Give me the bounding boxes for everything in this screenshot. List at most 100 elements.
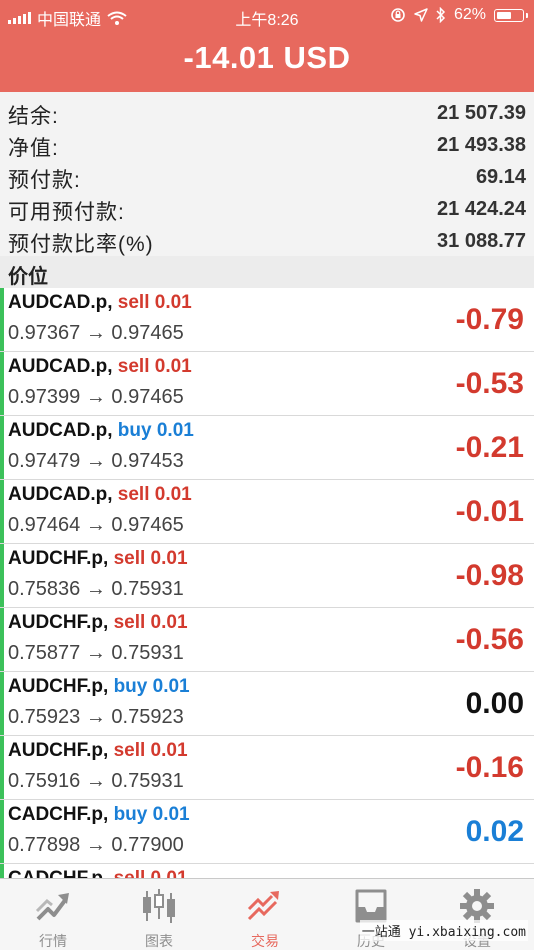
- position-volume: 0.01: [151, 868, 188, 878]
- summary-label: 净值:: [8, 137, 59, 160]
- battery-level: [497, 11, 511, 19]
- position-side: sell: [113, 740, 146, 761]
- position-symbol: AUDCAD.p,: [8, 484, 113, 505]
- position-indicator: [0, 352, 4, 415]
- position-indicator: [0, 416, 4, 479]
- summary-label: 预付款:: [8, 169, 81, 192]
- status-bar: 中国联通 上午8:26 62%: [0, 0, 534, 32]
- open-price: 0.77898: [8, 834, 81, 856]
- position-row[interactable]: CADCHF.p, sell 0.01: [0, 864, 534, 878]
- open-price: 0.75916: [8, 770, 81, 792]
- watermark: 一站通 yi.xbaixing.com: [359, 920, 528, 941]
- arrow-icon: →: [85, 386, 106, 408]
- position-prices: 0.77898 → 0.77900: [8, 834, 184, 857]
- position-profit: -0.16: [455, 751, 524, 784]
- position-prices: 0.75877 → 0.75931: [8, 642, 184, 665]
- position-side: sell: [114, 868, 146, 878]
- position-title: AUDCHF.p, sell 0.01: [8, 740, 188, 762]
- position-indicator: [0, 800, 4, 863]
- position-volume: 0.01: [154, 292, 192, 313]
- position-row[interactable]: AUDCHF.p, sell 0.01 0.75877 → 0.75931 -0.5…: [0, 608, 534, 672]
- position-prices: 0.75916 → 0.75931: [8, 770, 184, 793]
- arrow-icon: →: [85, 578, 106, 600]
- position-symbol: AUDCHF.p,: [8, 548, 109, 569]
- bluetooth-icon: [436, 7, 446, 23]
- position-profit: 0.02: [465, 815, 524, 848]
- position-symbol: CADCHF.p,: [8, 868, 108, 878]
- tab-chart-label: 图表: [145, 933, 173, 949]
- section-header: 价位: [0, 256, 534, 288]
- position-prices: 0.97464 → 0.97465: [8, 514, 184, 537]
- position-title: AUDCHF.p, sell 0.01: [8, 548, 188, 570]
- arrow-icon: →: [85, 642, 106, 664]
- position-indicator: [0, 544, 4, 607]
- current-price: 0.75923: [111, 706, 184, 728]
- position-indicator: [0, 480, 4, 543]
- position-symbol: AUDCHF.p,: [8, 740, 109, 761]
- position-volume: 0.01: [154, 484, 192, 505]
- battery-percent: 62%: [453, 6, 486, 23]
- position-title: CADCHF.p, buy 0.01: [8, 804, 190, 826]
- position-symbol: AUDCAD.p,: [8, 420, 113, 441]
- position-row[interactable]: AUDCHF.p, buy 0.01 0.75923 → 0.75923 0.00: [0, 672, 534, 736]
- position-row[interactable]: CADCHF.p, buy 0.01 0.77898 → 0.77900 0.02: [0, 800, 534, 864]
- position-volume: 0.01: [150, 548, 188, 569]
- summary-row: 预付款: 69.14: [0, 160, 534, 192]
- summary-label: 预付款比率(%): [8, 233, 154, 256]
- position-profit: -0.79: [455, 303, 524, 336]
- current-price: 0.75931: [111, 578, 184, 600]
- summary-row: 结余: 21 507.39: [0, 96, 534, 128]
- tab-chart[interactable]: 图表: [106, 879, 212, 951]
- position-prices: 0.75836 → 0.75931: [8, 578, 184, 601]
- tab-quotes[interactable]: 行情: [0, 879, 106, 951]
- position-title: AUDCAD.p, buy 0.01: [8, 420, 194, 442]
- position-profit: -0.01: [455, 495, 524, 528]
- position-row[interactable]: AUDCAD.p, sell 0.01 0.97367 → 0.97465 -0.7…: [0, 288, 534, 352]
- position-symbol: AUDCAD.p,: [8, 292, 113, 313]
- current-price: 0.97453: [111, 450, 184, 472]
- current-price: 0.97465: [111, 386, 184, 408]
- open-price: 0.75836: [8, 578, 81, 600]
- position-symbol: CADCHF.p,: [8, 804, 109, 825]
- open-price: 0.97399: [8, 386, 81, 408]
- position-profit: 0.00: [465, 687, 524, 720]
- trade-icon: [247, 891, 279, 921]
- position-prices: 0.97399 → 0.97465: [8, 386, 184, 409]
- position-row[interactable]: AUDCAD.p, buy 0.01 0.97479 → 0.97453 -0.21: [0, 416, 534, 480]
- tab-quotes-label: 行情: [39, 933, 67, 949]
- position-row[interactable]: AUDCAD.p, sell 0.01 0.97399 → 0.97465 -0.5…: [0, 352, 534, 416]
- positions-list[interactable]: AUDCAD.p, sell 0.01 0.97367 → 0.97465 -0.7…: [0, 288, 534, 878]
- position-side: buy: [117, 420, 152, 441]
- position-row[interactable]: AUDCAD.p, sell 0.01 0.97464 → 0.97465 -0.0…: [0, 480, 534, 544]
- arrow-icon: →: [85, 770, 106, 792]
- total-profit[interactable]: -14.01 USD: [0, 40, 534, 76]
- position-row[interactable]: AUDCHF.p, sell 0.01 0.75916 → 0.75931 -0.1…: [0, 736, 534, 800]
- open-price: 0.75923: [8, 706, 81, 728]
- arrow-icon: →: [85, 450, 106, 472]
- position-title: AUDCAD.p, sell 0.01: [8, 484, 192, 506]
- summary-label: 可用预付款:: [8, 201, 125, 224]
- position-row[interactable]: AUDCHF.p, sell 0.01 0.75836 → 0.75931 -0.9…: [0, 544, 534, 608]
- position-prices: 0.97367 → 0.97465: [8, 322, 184, 345]
- chart-icon: [143, 889, 175, 923]
- current-price: 0.97465: [111, 322, 184, 344]
- summary-row: 可用预付款: 21 424.24: [0, 192, 534, 224]
- position-volume: 0.01: [150, 612, 188, 633]
- position-volume: 0.01: [156, 420, 194, 441]
- summary-value: 69.14: [475, 166, 526, 188]
- position-side: buy: [113, 804, 148, 825]
- summary-label: 结余:: [8, 105, 59, 128]
- position-volume: 0.01: [152, 676, 190, 697]
- current-price: 0.75931: [111, 770, 184, 792]
- arrow-icon: →: [85, 322, 106, 344]
- position-profit: -0.98: [455, 559, 524, 592]
- summary-value: 21 424.24: [437, 198, 526, 220]
- battery-icon: [494, 8, 528, 22]
- position-indicator: [0, 608, 4, 671]
- tab-trade[interactable]: 交易: [212, 879, 318, 951]
- open-price: 0.97479: [8, 450, 81, 472]
- position-title: AUDCAD.p, sell 0.01: [8, 292, 192, 314]
- position-prices: 0.97479 → 0.97453: [8, 450, 184, 473]
- summary-value: 21 493.38: [437, 134, 526, 156]
- position-symbol: AUDCHF.p,: [8, 612, 109, 633]
